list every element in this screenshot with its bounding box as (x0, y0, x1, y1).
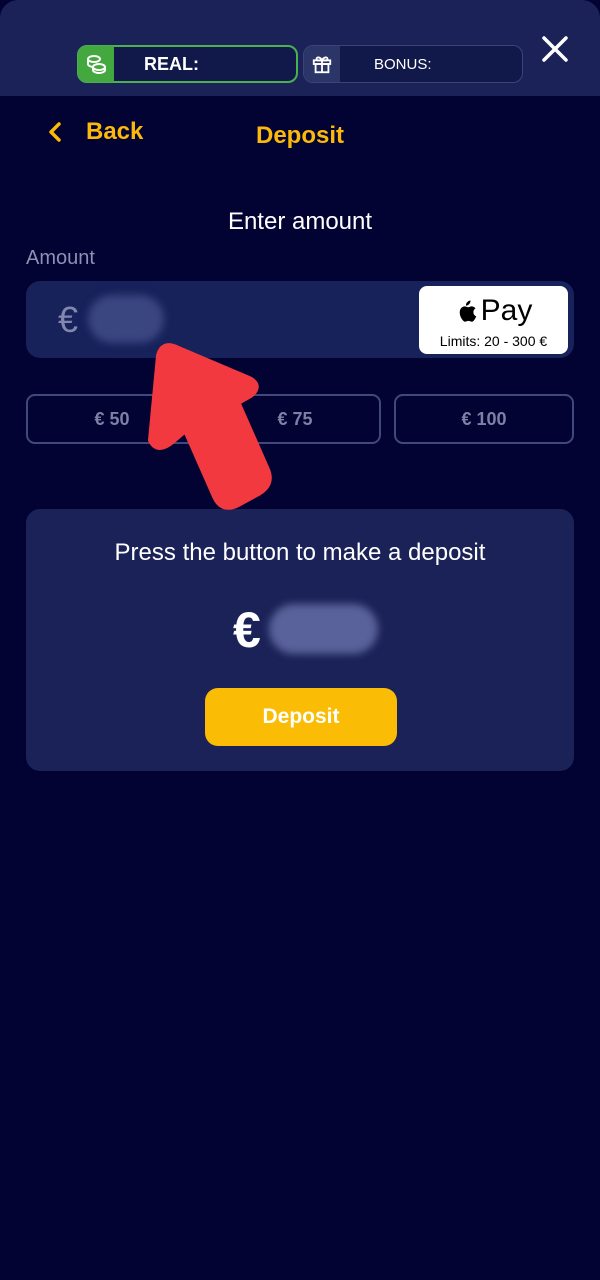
summary-amount-redacted (269, 604, 378, 654)
arrow-annotation (148, 343, 272, 510)
deposit-button[interactable]: Deposit (205, 688, 397, 746)
summary-currency-symbol: € (233, 602, 261, 658)
